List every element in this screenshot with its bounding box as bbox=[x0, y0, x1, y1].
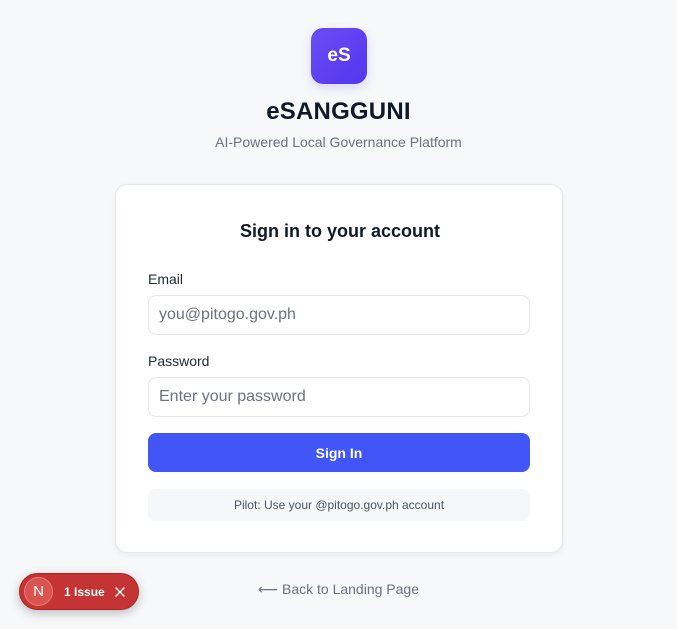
password-field[interactable] bbox=[148, 377, 530, 417]
pilot-note-text: Pilot: Use your @pitogo.gov.ph account bbox=[233, 498, 445, 512]
issue-count-label: 1 Issue bbox=[64, 584, 105, 599]
app-subtitle: AI-Powered Local Governance Platform bbox=[215, 134, 462, 150]
nextjs-logo-icon: N bbox=[24, 577, 53, 606]
sign-in-button[interactable]: Sign In bbox=[148, 433, 530, 472]
login-card: Sign in to your account Email Password S… bbox=[115, 184, 563, 553]
logo-text: eS bbox=[327, 45, 351, 66]
email-field[interactable] bbox=[148, 295, 530, 335]
email-label: Email bbox=[148, 271, 184, 287]
app-logo: eS bbox=[311, 28, 367, 84]
dev-issues-badge[interactable]: N 1 Issue bbox=[19, 573, 139, 610]
nextjs-logo-letter: N bbox=[33, 583, 44, 600]
card-title: Sign in to your account bbox=[239, 221, 440, 241]
close-icon[interactable] bbox=[113, 585, 127, 599]
back-link-label: Back to Landing Page bbox=[281, 581, 419, 597]
password-label: Password bbox=[148, 353, 210, 369]
back-arrow-icon: ⟵ bbox=[258, 581, 279, 597]
app-title: eSANGGUNI bbox=[266, 98, 411, 125]
login-page: eS eSANGGUNI AI-Powered Local Governance… bbox=[0, 0, 677, 629]
pilot-note: Pilot: Use your @pitogo.gov.ph account bbox=[148, 489, 530, 521]
